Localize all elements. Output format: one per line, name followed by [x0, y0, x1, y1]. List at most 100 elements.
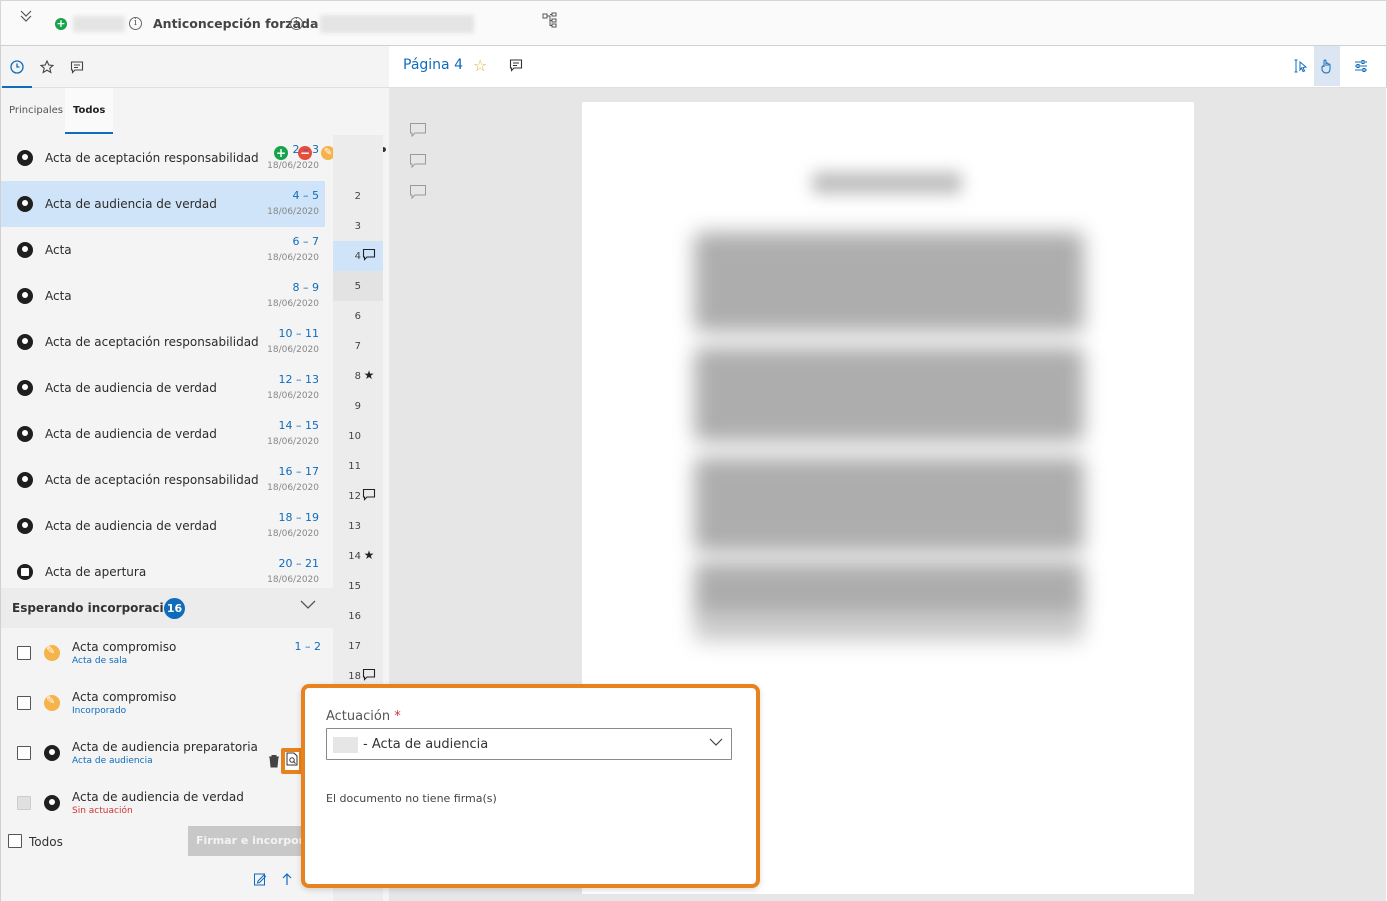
waiting-item-checkbox[interactable]: [17, 796, 31, 810]
trash-icon[interactable]: [268, 754, 280, 768]
waiting-count-badge: 16: [164, 598, 185, 619]
document-pages[interactable]: 14 – 15: [279, 419, 320, 432]
waiting-item[interactable]: Acta compromiso Acta de sala 1 – 2: [1, 628, 333, 678]
document-title: Acta de apertura: [45, 565, 147, 579]
page-number-item[interactable]: 10: [333, 421, 383, 451]
document-row[interactable]: Acta 6 – 7 18/06/2020: [1, 227, 325, 273]
page-number-item[interactable]: 6: [333, 301, 383, 331]
waiting-item[interactable]: Acta compromisoIncorporado1: [1, 678, 333, 728]
waiting-item-checkbox[interactable]: [17, 646, 31, 660]
document-pages[interactable]: 16 – 17: [279, 465, 320, 478]
waiting-label: Esperando incorporación: [12, 601, 181, 615]
page-number-item[interactable]: 16: [333, 601, 383, 631]
waiting-item[interactable]: Acta de audiencia preparatoria Acta de au…: [1, 728, 333, 778]
page-number-item[interactable]: 3: [333, 211, 383, 241]
page-number-item[interactable]: 11: [333, 451, 383, 481]
document-pages[interactable]: 2 – 3: [293, 143, 320, 156]
collapse-chevron-icon[interactable]: [17, 7, 35, 25]
document-row[interactable]: Acta 8 – 9 18/06/2020: [1, 273, 325, 319]
chevron-down-icon[interactable]: [709, 736, 723, 750]
pan-hand-tool-icon[interactable]: [1314, 46, 1340, 86]
page-number: 10: [348, 431, 361, 442]
page-number-item[interactable]: 15: [333, 571, 383, 601]
page-number-item[interactable]: 8 ★: [333, 361, 383, 391]
actuacion-select[interactable]: - Acta de audiencia: [326, 728, 732, 760]
document-pages[interactable]: 4 – 5: [293, 189, 320, 202]
edit-document-icon[interactable]: [253, 872, 267, 890]
document-list: Acta de aceptación responsabilidad 2 – 3 1…: [1, 135, 325, 589]
document-row[interactable]: Acta de audiencia de verdad 14 – 15 18/06/…: [1, 411, 325, 457]
upload-icon[interactable]: [281, 872, 293, 890]
page-number-item[interactable]: 5: [333, 271, 383, 301]
page-number: 18: [348, 671, 361, 682]
comment-marker-icon[interactable]: [409, 153, 427, 169]
add-comment-icon[interactable]: [509, 58, 523, 72]
document-pages[interactable]: 6 – 7: [293, 235, 320, 248]
favorites-tab[interactable]: [32, 46, 62, 88]
waiting-item-pages[interactable]: 1 – 2: [295, 640, 322, 653]
waiting-item-checkbox[interactable]: [17, 696, 31, 710]
document-pages[interactable]: 12 – 13: [279, 373, 320, 386]
page-number-item[interactable]: 4: [333, 241, 383, 271]
comment-icon: [362, 668, 376, 682]
text-select-tool-icon[interactable]: [1288, 46, 1314, 86]
page-number-item[interactable]: 7: [333, 331, 383, 361]
waiting-item-title: Acta compromiso: [72, 640, 177, 654]
document-pages[interactable]: 18 – 19: [279, 511, 320, 524]
waiting-section-header[interactable]: Esperando incorporación 16: [1, 588, 333, 628]
document-row[interactable]: Acta de apertura 20 – 21 18/06/2020: [1, 549, 325, 589]
waiting-item[interactable]: Acta de audiencia de verdad Sin actuación…: [1, 778, 333, 828]
sign-and-incorporate-button[interactable]: Firmar e incorporar: [188, 826, 303, 856]
viewer-header: Página 4 ☆: [389, 46, 1387, 88]
document-title: Acta de audiencia de verdad: [45, 519, 217, 533]
document-person-icon: [17, 472, 33, 488]
history-tab[interactable]: [2, 46, 32, 88]
document-row[interactable]: Acta de aceptación responsabilidad 10 – 1…: [1, 319, 325, 365]
document-person-icon: [17, 196, 33, 212]
waiting-item-checkbox[interactable]: [17, 746, 31, 760]
document-row[interactable]: Acta de aceptación responsabilidad 16 – 1…: [1, 457, 325, 503]
hierarchy-icon[interactable]: [542, 12, 558, 28]
document-person-icon: [44, 745, 60, 761]
page-number: 2: [354, 191, 361, 202]
actuacion-selected-value: - Acta de audiencia: [363, 737, 489, 752]
select-all-label: Todos: [29, 835, 63, 849]
document-row[interactable]: Acta de aceptación responsabilidad 2 – 3 1…: [1, 135, 325, 181]
page-number: 6: [354, 311, 361, 322]
document-date: 18/06/2020: [267, 483, 319, 493]
page-number: 8: [354, 371, 361, 382]
document-row[interactable]: Acta de audiencia de verdad 18 – 19 18/06/…: [1, 503, 325, 549]
page-number-item[interactable]: 2: [333, 181, 383, 211]
document-date: 18/06/2020: [267, 529, 319, 539]
document-date: 18/06/2020: [267, 391, 319, 401]
favorite-star-icon[interactable]: ☆: [473, 56, 487, 75]
page-number-item[interactable]: 14 ★: [333, 541, 383, 571]
page-number: 14: [348, 551, 361, 562]
page-number-item[interactable]: 12: [333, 481, 383, 511]
select-all-checkbox[interactable]: [8, 834, 22, 848]
document-date: 18/06/2020: [267, 575, 319, 585]
page-number: 11: [348, 461, 361, 472]
document-date: 18/06/2020: [267, 437, 319, 447]
tab-principales[interactable]: Principales: [1, 88, 71, 134]
settings-sliders-icon[interactable]: [1348, 46, 1374, 86]
document-date: 18/06/2020: [267, 207, 319, 217]
info-icon-2[interactable]: i: [290, 17, 303, 30]
document-row[interactable]: Acta de audiencia de verdad 12 – 13 18/06/…: [1, 365, 325, 411]
document-pages[interactable]: 10 – 11: [279, 327, 320, 340]
page-number-item[interactable]: 13: [333, 511, 383, 541]
page-number: 3: [354, 221, 361, 232]
tab-todos[interactable]: Todos: [65, 88, 114, 134]
page-number: 13: [348, 521, 361, 532]
preview-document-button[interactable]: [281, 748, 303, 774]
document-row[interactable]: Acta de audiencia de verdad 4 – 5 18/06/20…: [1, 181, 325, 227]
document-pages[interactable]: 8 – 9: [293, 281, 320, 294]
info-icon[interactable]: i: [129, 17, 142, 30]
comments-tab[interactable]: [62, 46, 92, 88]
page-number-item[interactable]: 9: [333, 391, 383, 421]
chevron-down-icon[interactable]: [300, 598, 316, 614]
page-number-item[interactable]: 17: [333, 631, 383, 661]
comment-marker-icon[interactable]: [409, 184, 427, 200]
document-pages[interactable]: 20 – 21: [279, 557, 320, 570]
comment-marker-icon[interactable]: [409, 122, 427, 138]
